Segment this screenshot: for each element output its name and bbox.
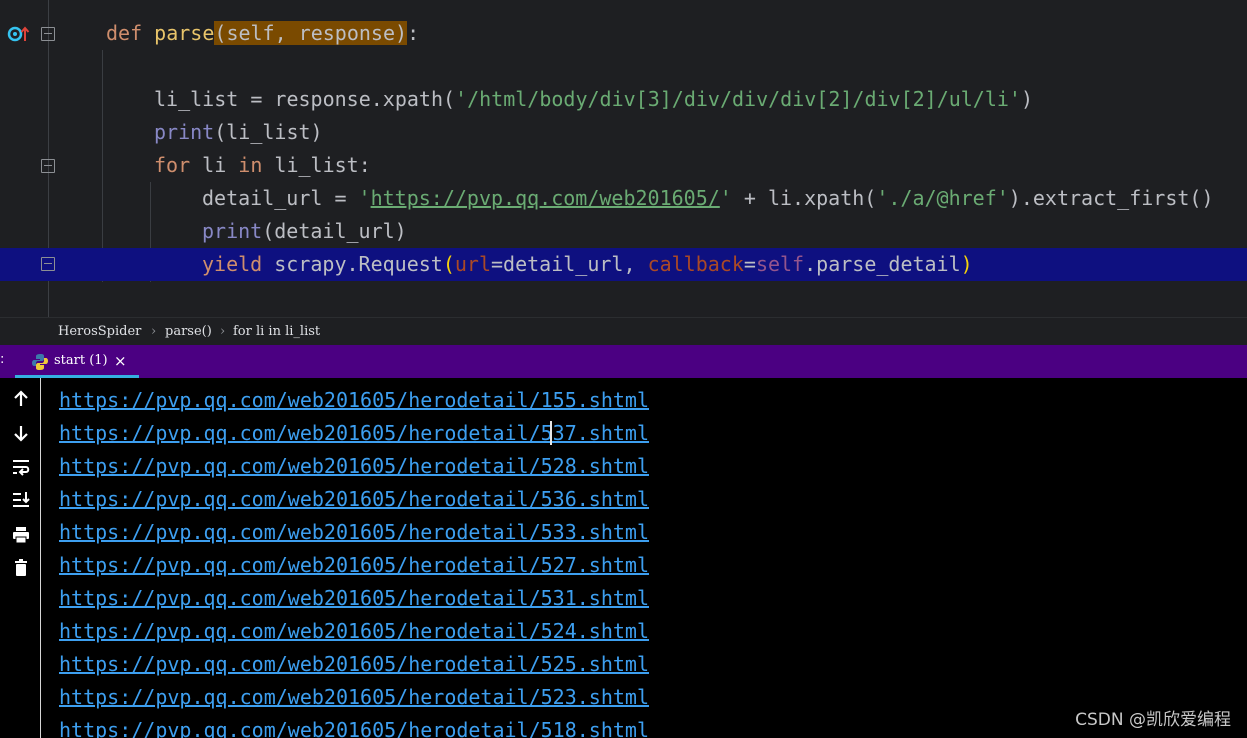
loop-var: li <box>190 153 239 177</box>
kwarg-name: url <box>454 252 492 276</box>
breadcrumb-item-class[interactable]: HerosSpider <box>58 318 141 345</box>
paren-close: ) <box>395 21 408 45</box>
code-line-yield-current: yield scrapy.Request(url=detail_url, cal… <box>0 248 1247 281</box>
console-link[interactable]: https://pvp.qq.com/web201605/herodetail/… <box>59 417 649 450</box>
text-caret <box>550 421 552 445</box>
console-link[interactable]: https://pvp.qq.com/web201605/herodetail/… <box>59 681 649 714</box>
operator: = <box>238 87 275 111</box>
paren-open: ( <box>442 252 455 276</box>
close-icon[interactable]: × <box>114 345 127 378</box>
keyword-yield: yield <box>202 252 263 276</box>
run-tool-window-header: : start (1) × <box>0 345 1247 378</box>
run-console[interactable]: https://pvp.qq.com/web201605/herodetail/… <box>0 378 1247 738</box>
code-line-for: for li in li_list: <box>0 149 1247 182</box>
function-params: self, response <box>226 21 396 45</box>
breadcrumb-separator: › <box>151 324 157 339</box>
tab-run-start[interactable]: start (1) × <box>15 345 139 378</box>
run-label-colon: : <box>0 352 5 367</box>
builtin-print: print <box>154 120 215 144</box>
code-line-detail-url: detail_url = 'https://pvp.qq.com/web2016… <box>0 182 1247 215</box>
console-link[interactable]: https://pvp.qq.com/web201605/herodetail/… <box>59 582 649 615</box>
console-link[interactable]: https://pvp.qq.com/web201605/herodetail/… <box>59 450 649 483</box>
keyword-in: in <box>238 153 263 177</box>
console-link[interactable]: https://pvp.qq.com/web201605/herodetail/… <box>59 714 649 738</box>
arrow-down-icon[interactable] <box>10 422 32 444</box>
breadcrumb-item-loop[interactable]: for li in li_list <box>233 318 320 345</box>
breadcrumb: HerosSpider › parse() › for li in li_lis… <box>0 317 1247 345</box>
call-args: (detail_url) <box>262 219 407 243</box>
keyword-for: for <box>154 153 191 177</box>
code-line-print: print(li_list) <box>0 116 1247 149</box>
self-keyword: self <box>755 252 805 276</box>
print-icon[interactable] <box>10 524 32 546</box>
kwarg-value: =detail_url, <box>491 252 648 276</box>
function-name: parse <box>154 21 215 45</box>
code-line-xpath: li_list = response.xpath('/html/body/div… <box>0 83 1247 116</box>
string-url[interactable]: https://pvp.qq.com/web201605/ <box>371 186 720 210</box>
quote: ' <box>358 186 371 210</box>
paren-close: ) <box>960 252 973 276</box>
breadcrumb-item-method[interactable]: parse() <box>165 318 212 345</box>
method-call: response.xpath( <box>274 87 456 111</box>
console-link[interactable]: https://pvp.qq.com/web201605/herodetail/… <box>59 384 649 417</box>
code-editor[interactable]: def parse(self, response): li_list = res… <box>0 0 1247 317</box>
builtin-print: print <box>202 219 263 243</box>
console-link[interactable]: https://pvp.qq.com/web201605/herodetail/… <box>59 549 649 582</box>
code-line-print-url: print(detail_url) <box>0 215 1247 248</box>
breadcrumb-separator: › <box>220 324 226 339</box>
watermark: CSDN @凯欣爱编程 <box>1075 710 1231 730</box>
call-args: (li_list) <box>214 120 323 144</box>
console-link[interactable]: https://pvp.qq.com/web201605/herodetail/… <box>59 516 649 549</box>
fold-marker[interactable] <box>41 257 55 271</box>
kwarg-name: callback <box>647 252 744 276</box>
console-toolbar <box>0 378 41 738</box>
paren-close: ) <box>1020 87 1034 111</box>
console-link[interactable]: https://pvp.qq.com/web201605/herodetail/… <box>59 648 649 681</box>
console-link[interactable]: https://pvp.qq.com/web201605/herodetail/… <box>59 615 649 648</box>
quote: ' <box>719 186 732 210</box>
operator: = <box>322 186 359 210</box>
soft-wrap-icon[interactable] <box>10 456 32 478</box>
console-link[interactable]: https://pvp.qq.com/web201605/herodetail/… <box>59 483 649 516</box>
method-call: + li.xpath( <box>731 186 877 210</box>
code-line-def: def parse(self, response): <box>0 17 1247 50</box>
colon: : <box>407 21 420 45</box>
string-literal: './a/@href' <box>876 186 1009 210</box>
arrow-up-icon[interactable] <box>10 388 32 410</box>
operator: = <box>743 252 756 276</box>
trash-icon[interactable] <box>10 557 32 579</box>
scroll-to-end-icon[interactable] <box>10 489 32 511</box>
method-chain: ).extract_first() <box>1008 186 1214 210</box>
attribute: .parse_detail <box>804 252 961 276</box>
console-output: https://pvp.qq.com/web201605/herodetail/… <box>59 384 649 738</box>
iterable: li_list: <box>262 153 371 177</box>
tab-label: start (1) <box>54 353 108 368</box>
python-icon <box>32 354 48 370</box>
variable: li_list <box>154 87 239 111</box>
variable: detail_url <box>202 186 323 210</box>
paren-open: ( <box>214 21 227 45</box>
string-literal: '/html/body/div[3]/div/div/div[2]/div[2]… <box>455 87 1021 111</box>
keyword-def: def <box>106 21 143 45</box>
method-call: scrapy.Request <box>262 252 443 276</box>
